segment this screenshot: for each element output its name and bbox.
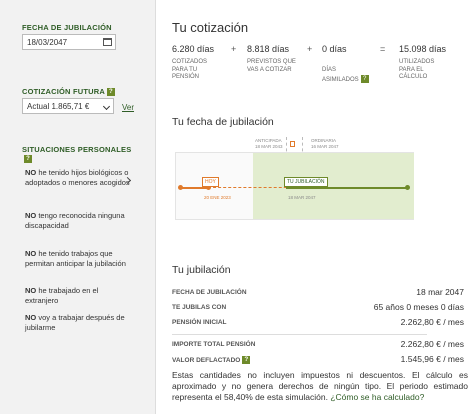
situation-text: tengo reconocida ninguna discapacidad bbox=[25, 211, 125, 230]
timeline-title: Tu fecha de jubilación bbox=[172, 116, 274, 128]
situation-early-jobs[interactable]: NO he tenido trabajos que permitan antic… bbox=[25, 249, 133, 269]
personal-situations-title: SITUACIONES PERSONALES? bbox=[22, 145, 140, 163]
situation-no: NO bbox=[25, 286, 37, 295]
help-icon[interactable]: ? bbox=[106, 88, 115, 96]
stat-utilizados-label: UTILIZADOS PARA EL CÁLCULO bbox=[399, 59, 435, 80]
ordinaria-label: ORDINARIA 16 MAR 2047 bbox=[311, 138, 339, 149]
timeline-start-dot bbox=[178, 185, 183, 190]
situation-text: he trabajado en el extranjero bbox=[25, 286, 99, 305]
stat-cotizados-label: COTIZADOS PARA TU PENSIÓN bbox=[172, 59, 208, 80]
row-edad-value: 65 años 0 meses 0 días bbox=[373, 302, 464, 312]
situation-text: he tenido trabajos que permitan anticipa… bbox=[25, 249, 126, 268]
plus-operator: + bbox=[307, 44, 313, 54]
stat-previstos-label: PREVISTOS QUE VAS A COTIZAR bbox=[247, 59, 296, 73]
how-calculated-link[interactable]: ¿Cómo se ha calculado? bbox=[330, 392, 424, 402]
row-importe-total-value: 2.262,80 € / mes bbox=[400, 339, 464, 349]
situation-text: he tenido hijos biológicos o adoptados o… bbox=[25, 168, 130, 187]
retirement-date-title: FECHA DE JUBILACIÓN bbox=[22, 23, 112, 32]
cotizacion-title: Tu cotización bbox=[172, 20, 249, 35]
situation-text: voy a trabajar después de jubilarme bbox=[25, 313, 125, 332]
timeline-end-dot bbox=[405, 185, 410, 190]
sidebar: FECHA DE JUBILACIÓN 18/03/2047 COTIZACIÓ… bbox=[0, 0, 148, 414]
stat-asimilados-label: DÍAS ASIMILADOS? bbox=[322, 67, 372, 84]
personal-situations-label: SITUACIONES PERSONALES bbox=[22, 145, 132, 154]
main-panel: Tu cotización 6.280 días COTIZADOS PARA … bbox=[155, 0, 474, 414]
row-importe-total-label: IMPORTE TOTAL PENSIÓN bbox=[172, 341, 256, 348]
row-fecha-label: FECHA DE JUBILACIÓN bbox=[172, 289, 247, 296]
situation-no: NO bbox=[25, 249, 37, 258]
situation-no: NO bbox=[25, 313, 37, 322]
situation-no: NO bbox=[25, 168, 37, 177]
plus-operator: + bbox=[231, 44, 237, 54]
row-deflactado-value: 1.545,96 € / mes bbox=[400, 354, 464, 364]
future-contribution-value: Actual 1.865,71 € bbox=[27, 102, 90, 111]
chevron-down-icon bbox=[102, 102, 111, 111]
stat-utilizados-value: 15.098 días bbox=[399, 44, 447, 54]
stat-asimilados-text: DÍAS ASIMILADOS bbox=[322, 67, 359, 83]
timeline-end-date: 18 MAR 2047 bbox=[288, 195, 316, 200]
row-edad-label: TE JUBILAS CON bbox=[172, 304, 227, 311]
tu-jubilacion-tag: TU JUBILACIÓN bbox=[284, 177, 328, 187]
help-icon[interactable]: ? bbox=[242, 356, 251, 364]
timeline-start-date: 20 ENE 2023 bbox=[204, 195, 231, 200]
hoy-tag: HOY bbox=[202, 177, 219, 187]
retirement-window-area bbox=[253, 153, 414, 219]
ver-link[interactable]: Ver bbox=[122, 103, 134, 112]
row-pension-inicial-label: PENSIÓN INICIAL bbox=[172, 319, 227, 326]
disclaimer-note: Estas cantidades no incluyen impuestos n… bbox=[172, 370, 468, 403]
row-deflactado-text: VALOR DEFLACTADO bbox=[172, 357, 241, 364]
anticipada-text: ANTICIPADA bbox=[255, 138, 282, 143]
situation-children[interactable]: NO he tenido hijos biológicos o adoptado… bbox=[25, 168, 133, 188]
ordinaria-date: 16 MAR 2047 bbox=[311, 143, 339, 149]
jubilacion-title: Tu jubilación bbox=[172, 264, 231, 276]
timeline-retirement-line bbox=[286, 187, 408, 189]
calendar-icon[interactable] bbox=[103, 38, 112, 46]
stat-previstos-value: 8.818 días bbox=[247, 44, 290, 54]
ordinaria-text: ORDINARIA bbox=[311, 138, 337, 143]
anticipada-date: 18 MAR 2043 bbox=[255, 143, 283, 149]
situation-abroad[interactable]: NO he trabajado en el extranjero bbox=[25, 286, 133, 306]
help-icon[interactable]: ? bbox=[360, 74, 369, 83]
row-divider bbox=[172, 334, 427, 335]
row-fecha-value: 18 mar 2047 bbox=[416, 287, 464, 297]
situation-no: NO bbox=[25, 211, 37, 220]
retirement-date-value: 18/03/2047 bbox=[27, 38, 68, 47]
row-deflactado-label: VALOR DEFLACTADO? bbox=[172, 356, 251, 364]
retirement-timeline: HOY TU JUBILACIÓN 20 ENE 2023 18 MAR 204… bbox=[175, 152, 414, 220]
marker-box-icon bbox=[290, 141, 295, 147]
retirement-date-input[interactable]: 18/03/2047 bbox=[22, 34, 116, 50]
stat-cotizados-value: 6.280 días bbox=[172, 44, 215, 54]
equals-operator: = bbox=[380, 44, 386, 54]
situation-work-after[interactable]: NO voy a trabajar después de jubilarme bbox=[25, 313, 133, 333]
future-contribution-select[interactable]: Actual 1.865,71 € bbox=[22, 98, 114, 114]
future-contribution-label: COTIZACIÓN FUTURA bbox=[22, 87, 105, 96]
help-icon[interactable]: ? bbox=[24, 155, 32, 163]
row-pension-inicial-value: 2.262,80 € / mes bbox=[400, 317, 464, 327]
stat-asimilados-value: 0 días bbox=[322, 44, 347, 54]
future-contribution-title: COTIZACIÓN FUTURA? bbox=[22, 87, 140, 96]
anticipada-label: ANTICIPADA 18 MAR 2043 bbox=[255, 138, 283, 149]
situation-disability[interactable]: NO tengo reconocida ninguna discapacidad bbox=[25, 211, 133, 231]
timeline-past-line bbox=[180, 187, 208, 189]
